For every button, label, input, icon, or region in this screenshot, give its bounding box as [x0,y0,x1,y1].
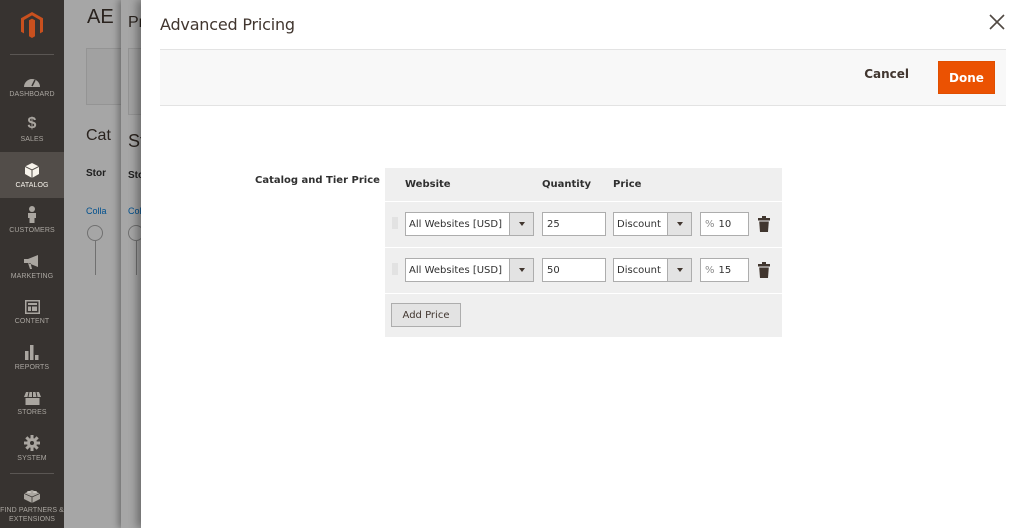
sidebar-item-system[interactable]: System [0,425,64,471]
megaphone-icon [24,251,40,269]
quantity-value: 50 [547,264,560,276]
sidebar-item-marketing[interactable]: Marketing [0,243,64,289]
sidebar-item-dashboard[interactable]: Dashboard [0,61,64,107]
website-select-value: All Websites [USD] [409,264,502,276]
close-button[interactable] [988,13,1006,31]
close-icon [989,14,1005,30]
delete-row-button[interactable] [758,216,770,232]
magento-logo[interactable] [0,0,64,50]
website-select[interactable]: All Websites [USD] [405,212,534,236]
chevron-down-icon [667,213,691,235]
chevron-down-icon [509,259,533,281]
storefront-icon [23,387,41,406]
delete-row-button[interactable] [758,262,770,278]
sidebar-item-reports[interactable]: Reports [0,334,64,380]
sidebar-item-customers[interactable]: Customers [0,198,64,244]
tier-price-table: Website Quantity Price All Websites [USD… [385,168,782,337]
price-value: 15 [718,264,732,276]
chevron-down-icon [509,213,533,235]
price-type-select[interactable]: Discount [613,212,692,236]
divider [10,54,54,55]
price-type-select[interactable]: Discount [613,258,692,282]
layout-icon [24,296,40,315]
drag-handle-icon[interactable] [392,217,398,229]
sidebar-item-find-partners[interactable]: Find Partners & Extensions [0,476,64,528]
cancel-button[interactable]: Cancel [864,67,909,81]
lego-block-icon [24,485,40,503]
gear-icon [24,433,40,451]
advanced-pricing-modal: Advanced Pricing Cancel Done Catalog and… [141,0,1024,528]
quantity-input[interactable]: 25 [542,212,606,236]
sidebar-item-stores[interactable]: Stores [0,380,64,426]
website-select-value: All Websites [USD] [409,218,502,230]
bar-chart-icon [25,342,39,360]
website-select[interactable]: All Websites [USD] [405,258,534,282]
drag-handle-icon[interactable] [392,263,398,275]
box-icon [25,160,39,178]
dashboard-icon [24,69,40,87]
modal-action-bar: Cancel Done [160,49,1006,106]
trash-icon [758,216,770,232]
price-type-value: Discount [617,218,661,230]
tier-price-row: All Websites [USD] 50 Discount % 15 [385,247,782,292]
price-value-input[interactable]: % 15 [700,258,749,282]
percent-symbol: % [705,264,715,276]
done-button[interactable]: Done [938,61,995,94]
column-header-website: Website [405,179,451,190]
price-type-value: Discount [617,264,661,276]
quantity-input[interactable]: 50 [542,258,606,282]
quantity-value: 25 [547,218,560,230]
divider [10,472,54,474]
percent-symbol: % [705,218,715,230]
add-price-button[interactable]: Add Price [391,303,461,327]
sidebar-item-catalog[interactable]: Catalog [0,152,64,198]
column-header-quantity: Quantity [542,179,591,190]
chevron-down-icon [667,259,691,281]
trash-icon [758,262,770,278]
sidebar-item-content[interactable]: Content [0,289,64,335]
modal-title: Advanced Pricing [160,15,295,34]
dollar-icon: $ [27,115,37,133]
column-header-price: Price [613,179,642,190]
person-icon [27,205,37,224]
price-value-input[interactable]: % 10 [700,212,749,236]
price-value: 10 [718,218,732,230]
admin-sidebar: Dashboard $ Sales Catalog Customers Mark… [0,0,64,528]
sidebar-item-sales[interactable]: $ Sales [0,107,64,153]
catalog-tier-price-label: Catalog and Tier Price [255,175,380,186]
tier-price-row: All Websites [USD] 25 Discount % 10 [385,201,782,246]
